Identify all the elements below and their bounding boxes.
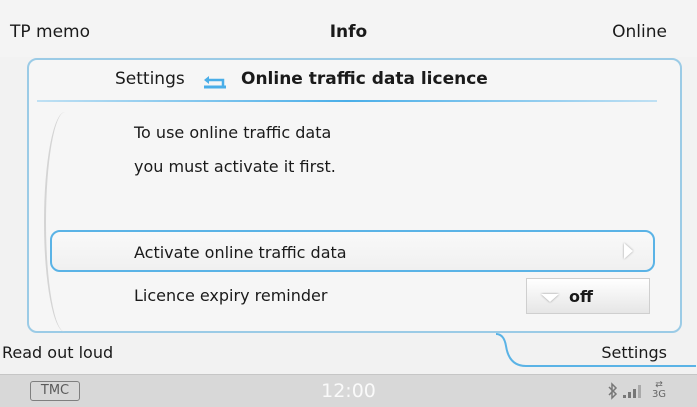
read-out-loud-button[interactable]: Read out loud [2, 343, 113, 362]
scroll-arc [44, 112, 86, 332]
bluetooth-icon [608, 382, 618, 400]
network-3g-icon: ⇄ 3G [648, 381, 670, 401]
description-line-2: you must activate it first. [134, 157, 336, 176]
chevron-right-icon [624, 243, 633, 259]
bottom-softkeys: Read out loud Settings [0, 334, 697, 374]
top-bar: TP memo Info Online [0, 0, 697, 57]
status-bar: TMC 12:00 ⇄ 3G [0, 374, 697, 407]
network-label: 3G [651, 389, 667, 400]
title-divider [37, 100, 657, 102]
breadcrumb: Settings Online traffic data licence [29, 60, 680, 100]
licence-expiry-reminder-select[interactable]: off [526, 278, 650, 314]
signal-icon [623, 385, 641, 398]
online-button[interactable]: Online [612, 22, 667, 42]
description-line-1: To use online traffic data [134, 123, 332, 142]
dropdown-arrow-icon [541, 294, 559, 302]
clock: 12:00 [321, 380, 376, 402]
back-arrow-icon[interactable] [200, 69, 230, 91]
licence-expiry-reminder-label: Licence expiry reminder [134, 286, 328, 305]
page-title: Info [329, 22, 368, 42]
reminder-value: off [569, 287, 593, 306]
settings-button[interactable]: Settings [601, 343, 667, 362]
panel-title: Online traffic data licence [241, 69, 488, 89]
activate-online-traffic-item[interactable]: Activate online traffic data [50, 230, 655, 272]
breadcrumb-settings[interactable]: Settings [115, 69, 185, 89]
activate-online-traffic-label: Activate online traffic data [134, 243, 347, 262]
